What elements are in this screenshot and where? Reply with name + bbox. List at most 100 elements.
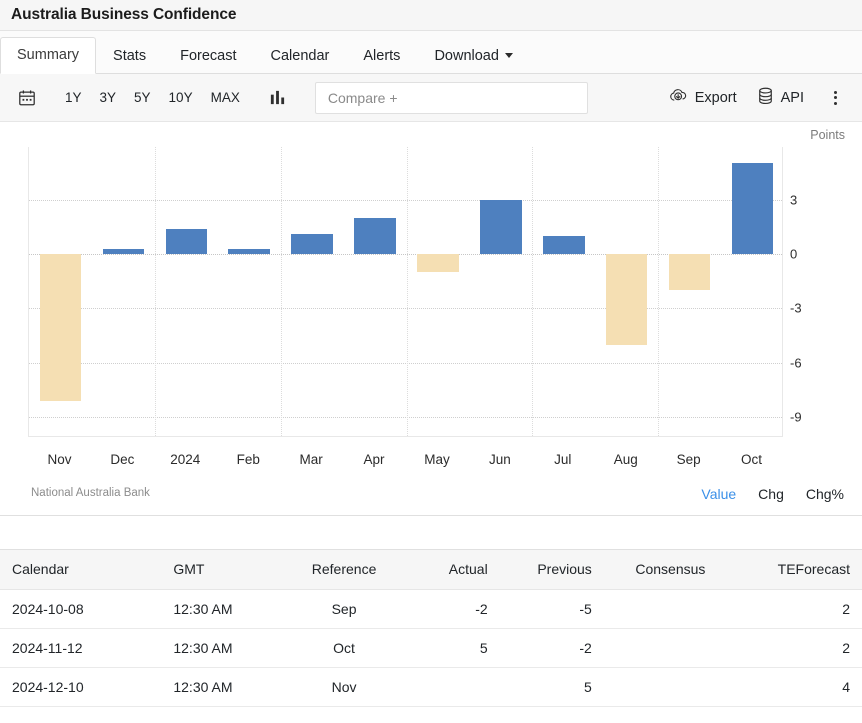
table-row[interactable]: 2024-10-0812:30 AMSep-2-52 [0,590,862,629]
table-cell-actual: 5 [404,629,500,668]
table-row[interactable]: 2024-12-1012:30 AMNov 5 4 [0,668,862,707]
range-button-1y[interactable]: 1Y [56,86,91,109]
tab-label: Alerts [363,48,400,64]
chart-bar[interactable] [543,236,585,254]
table-header-calendar[interactable]: Calendar [0,550,161,590]
chart-bar[interactable] [103,249,145,254]
x-axis-tick-label: Jun [489,452,511,467]
table-header-reference[interactable]: Reference [284,550,404,590]
range-button-10y[interactable]: 10Y [160,86,202,109]
table-cell-actual: -2 [404,590,500,629]
table-cell-reference: Nov [284,668,404,707]
table-cell-gmt: 12:30 AM [161,668,284,707]
gridline-horizontal [29,417,782,418]
range-button-3y[interactable]: 3Y [91,86,126,109]
y-axis-tick-label: 0 [790,246,797,261]
chart-bar[interactable] [354,218,396,254]
cloud-download-icon [669,87,688,108]
gridline-vertical [532,147,533,436]
table-header-gmt[interactable]: GMT [161,550,284,590]
x-axis-tick-label: May [424,452,450,467]
chart-unit-label: Points [810,128,845,142]
chart-bar[interactable] [606,254,648,345]
metric-tab-group: Value Chg Chg% [701,486,844,502]
chart-plot-area[interactable] [28,147,783,437]
table-cell-calendar: 2024-12-10 [0,668,161,707]
table-cell-teforecast: 2 [737,629,862,668]
x-axis-tick-label: Jul [554,452,571,467]
kebab-menu-icon[interactable] [822,84,848,112]
chevron-down-icon [505,53,513,58]
range-button-5y[interactable]: 5Y [125,86,160,109]
gridline-vertical [658,147,659,436]
calendar-table: CalendarGMTReferenceActualPreviousConsen… [0,550,862,707]
tab-label: Download [434,48,499,64]
table-cell-gmt: 12:30 AM [161,590,284,629]
bar-chart-icon[interactable] [263,83,293,113]
table-cell-consensus [604,590,737,629]
x-axis-tick-label: Feb [237,452,260,467]
table-header-consensus[interactable]: Consensus [604,550,737,590]
compare-placeholder: Compare + [328,90,398,106]
table-header-teforecast[interactable]: TEForecast [737,550,862,590]
table-cell-previous: -5 [500,590,604,629]
table-body: 2024-10-0812:30 AMSep-2-522024-11-1212:3… [0,590,862,707]
table-cell-reference: Oct [284,629,404,668]
page-title: Australia Business Confidence [11,6,236,24]
table-header-row: CalendarGMTReferenceActualPreviousConsen… [0,550,862,590]
tab-alerts[interactable]: Alerts [346,38,417,75]
chart-bar[interactable] [417,254,459,272]
table-cell-previous: 5 [500,668,604,707]
chart-bar[interactable] [291,234,333,254]
metric-tab-value[interactable]: Value [701,486,736,502]
export-button[interactable]: Export [659,83,747,112]
table-cell-reference: Sep [284,590,404,629]
tab-download[interactable]: Download [417,38,530,75]
chart-bar[interactable] [480,200,522,254]
x-axis-tick-label: Nov [47,452,71,467]
gridline-horizontal [29,363,782,364]
chart-bar[interactable] [228,249,270,254]
x-axis-tick-label: Dec [110,452,134,467]
table-cell-teforecast: 2 [737,590,862,629]
chart-bar[interactable] [732,163,774,254]
table-row[interactable]: 2024-11-1212:30 AMOct5-22 [0,629,862,668]
metric-tab-chg[interactable]: Chg [758,486,784,502]
gridline-vertical [407,147,408,436]
table-cell-calendar: 2024-11-12 [0,629,161,668]
gridline-horizontal [29,308,782,309]
table-header-previous[interactable]: Previous [500,550,604,590]
x-axis-tick-label: Apr [364,452,385,467]
table-cell-consensus [604,629,737,668]
compare-input[interactable]: Compare + [315,82,588,114]
chart-panel: Points 30-3-6-9 NovDec2024FebMarAprMayJu… [0,122,862,516]
tab-bar: SummaryStats Forecast Calendar Alerts Downlo… [0,31,862,74]
tab-stats[interactable]: Stats [96,38,163,75]
chart-bar[interactable] [40,254,82,401]
x-axis-tick-label: Sep [677,452,701,467]
y-axis-tick-label: -9 [790,410,802,425]
toolbar-actions: Export API [659,83,848,113]
range-button-max[interactable]: MAX [202,86,249,109]
x-axis-tick-label: 2024 [170,452,200,467]
database-icon [757,87,774,109]
chart-bar[interactable] [166,229,208,254]
export-label: Export [695,90,737,106]
api-label: API [781,90,804,106]
x-axis-tick-label: Mar [300,452,323,467]
tab-calendar[interactable]: Calendar [254,38,347,75]
tab-summary[interactable]: Summary [0,37,96,75]
calendar-table-wrapper: CalendarGMTReferenceActualPreviousConsen… [0,549,862,707]
table-cell-teforecast: 4 [737,668,862,707]
calendar-icon[interactable] [12,83,42,113]
y-axis-tick-label: 3 [790,192,797,207]
metric-tab-chg-pct[interactable]: Chg% [806,486,844,502]
table-cell-gmt: 12:30 AM [161,629,284,668]
chart-bar[interactable] [669,254,711,290]
time-range-group: 1Y3Y5Y10YMAX [56,86,249,109]
tab-label: Forecast [180,48,236,64]
table-header-actual[interactable]: Actual [404,550,500,590]
api-button[interactable]: API [747,83,814,113]
gridline-vertical [281,147,282,436]
tab-forecast[interactable]: Forecast [163,38,253,75]
